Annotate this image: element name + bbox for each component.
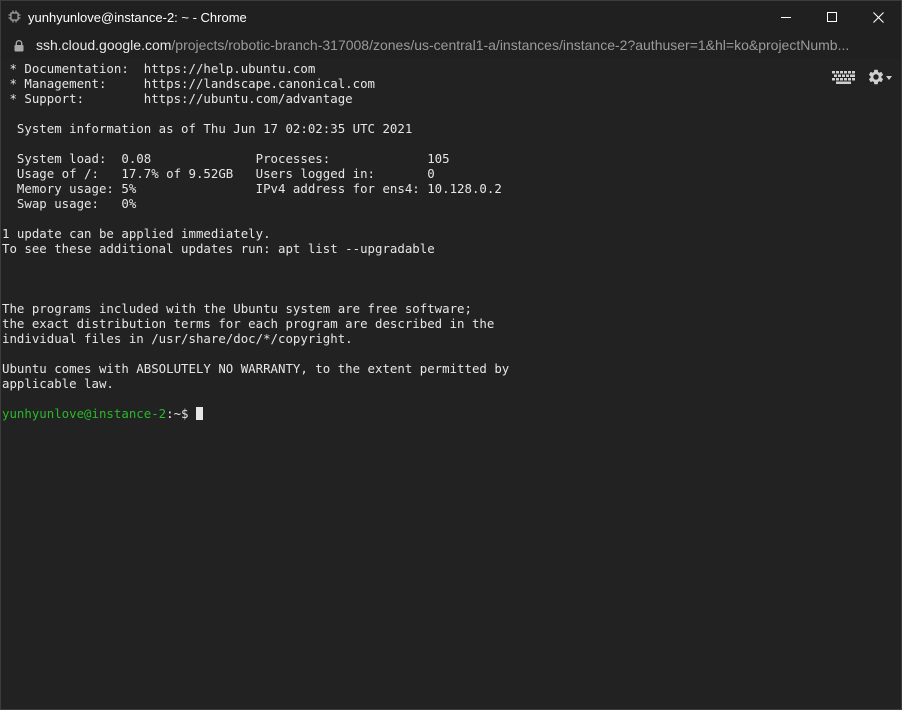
close-button[interactable] — [855, 1, 901, 33]
terminal-line: individual files in /usr/share/doc/*/cop… — [2, 331, 353, 346]
terminal-toolbar — [832, 68, 892, 86]
title-bar: yunhyunlove@instance-2: ~ - Chrome — [1, 1, 901, 33]
terminal-line: Memory usage: 5% IPv4 address for ens4: … — [2, 181, 502, 196]
terminal-line: * Support: https://ubuntu.com/advantage — [2, 91, 353, 106]
url-path: /projects/robotic-branch-317008/zones/us… — [171, 37, 850, 53]
terminal-line: System information as of Thu Jun 17 02:0… — [2, 121, 413, 136]
terminal[interactable]: * Documentation: https://help.ubuntu.com… — [2, 60, 900, 709]
chevron-down-icon — [886, 76, 892, 80]
terminal-line: 1 update can be applied immediately. — [2, 226, 271, 241]
prompt-path: :~$ — [166, 406, 196, 421]
minimize-icon — [781, 17, 791, 18]
prompt-line[interactable]: yunhyunlove@instance-2:~$ — [2, 406, 509, 421]
terminal-line: * Documentation: https://help.ubuntu.com — [2, 61, 316, 76]
terminal-line: The programs included with the Ubuntu sy… — [2, 301, 472, 316]
keyboard-icon — [832, 70, 855, 84]
maximize-icon — [827, 12, 837, 22]
window-title: yunhyunlove@instance-2: ~ - Chrome — [28, 10, 247, 25]
terminal-line: To see these additional updates run: apt… — [2, 241, 435, 256]
url-host: ssh.cloud.google.com — [36, 37, 172, 53]
terminal-output: * Documentation: https://help.ubuntu.com… — [2, 61, 509, 421]
keyboard-button[interactable] — [832, 70, 855, 84]
terminal-line: the exact distribution terms for each pr… — [2, 316, 495, 331]
maximize-button[interactable] — [809, 1, 855, 33]
terminal-line: * Management: https://landscape.canonica… — [2, 76, 375, 91]
chip-icon — [8, 10, 21, 23]
gear-icon — [868, 69, 884, 85]
text-cursor — [195, 407, 203, 420]
address-bar[interactable]: ssh.cloud.google.com/projects/robotic-br… — [1, 33, 901, 59]
close-icon — [872, 11, 884, 23]
url-text[interactable]: ssh.cloud.google.com/projects/robotic-br… — [36, 37, 881, 53]
terminal-line: applicable law. — [2, 376, 114, 391]
terminal-line: Usage of /: 17.7% of 9.52GB Users logged… — [2, 166, 435, 181]
terminal-line: Ubuntu comes with ABSOLUTELY NO WARRANTY… — [2, 361, 510, 376]
settings-button[interactable] — [867, 68, 892, 86]
terminal-line: Swap usage: 0% — [2, 196, 137, 211]
browser-window: yunhyunlove@instance-2: ~ - Chrome ssh.c… — [0, 0, 902, 710]
lock-icon — [14, 40, 24, 52]
terminal-line: System load: 0.08 Processes: 105 — [2, 151, 450, 166]
prompt-user: yunhyunlove@instance-2 — [2, 406, 167, 421]
minimize-button[interactable] — [763, 1, 809, 33]
